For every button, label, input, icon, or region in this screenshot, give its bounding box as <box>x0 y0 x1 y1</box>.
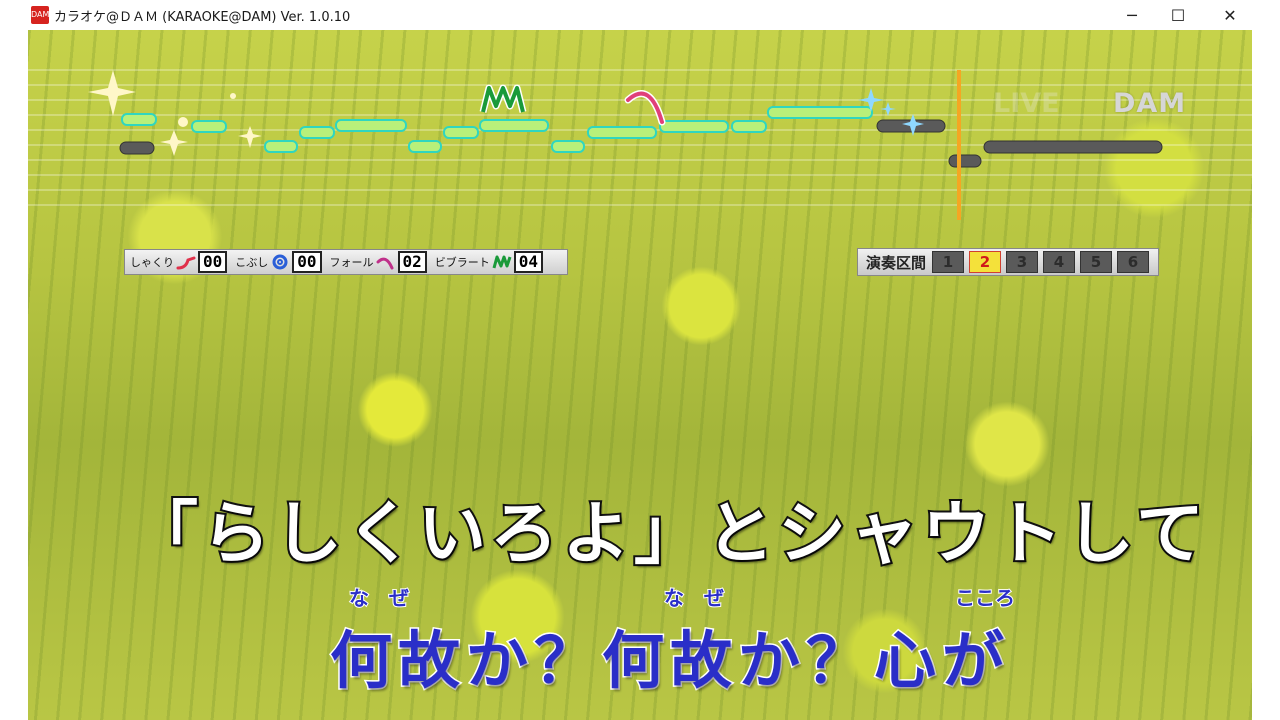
app-icon: DAM <box>31 6 49 24</box>
lyric-line-2: 何故か？何故か？心が <box>328 623 1011 699</box>
section-cell-5: 5 <box>1080 251 1113 273</box>
pitch-staff-graphic <box>28 69 1252 220</box>
maximize-button[interactable]: ☐ <box>1155 0 1201 30</box>
close-button[interactable]: ✕ <box>1207 0 1253 30</box>
lyric-ruby-1: な ぜ <box>348 585 410 611</box>
vibrato-label: ビブラート <box>434 256 490 269</box>
fall-count: 02 <box>397 251 427 273</box>
shakuri-icon <box>176 256 196 270</box>
fall-label: フォール <box>329 256 374 269</box>
lyric-line-1: 「らしくいろよ」とシャウトして <box>128 493 1208 576</box>
window-titlebar: DAM カラオケ@ＤＡＭ (KARAOKE@DAM) Ver. 1.0.10 ─… <box>0 0 1280 30</box>
lyric-ruby-2: な ぜ <box>663 585 725 611</box>
kobushi-count: 00 <box>292 251 322 273</box>
section-label: 演奏区間 <box>866 253 927 272</box>
minimize-icon: ─ <box>1127 5 1137 25</box>
maximize-icon: ☐ <box>1170 5 1186 25</box>
minimize-button[interactable]: ─ <box>1109 0 1155 30</box>
section-cell-6: 6 <box>1117 251 1150 273</box>
vibrato-icon <box>492 255 512 269</box>
fall-icon <box>376 257 394 270</box>
kobushi-icon <box>272 254 288 270</box>
vibrato-count: 04 <box>513 251 544 273</box>
close-icon: ✕ <box>1223 5 1237 25</box>
section-cell-3: 3 <box>1006 251 1039 273</box>
section-cell-1: 1 <box>932 251 965 273</box>
shakuri-count: 00 <box>198 251 228 273</box>
window-title: カラオケ@ＤＡＭ (KARAOKE@DAM) Ver. 1.0.10 <box>54 10 351 25</box>
dam-logo: DAM <box>1113 88 1187 119</box>
section-cell-4: 4 <box>1043 251 1076 273</box>
performance-section-panel: 演奏区間 1 2 3 4 5 6 <box>857 248 1159 276</box>
lyric-ruby-3: こころ <box>954 585 1016 611</box>
technique-panel: しゃくり 00 こぶし 00 フォール 02 ビブラート 04 <box>124 249 568 275</box>
live-text: LIVE <box>993 88 1060 119</box>
section-cell-2: 2 <box>969 251 1002 273</box>
pitch-staff <box>28 30 1252 230</box>
shakuri-label: しゃくり <box>130 256 174 269</box>
kobushi-label: こぶし <box>235 256 269 269</box>
